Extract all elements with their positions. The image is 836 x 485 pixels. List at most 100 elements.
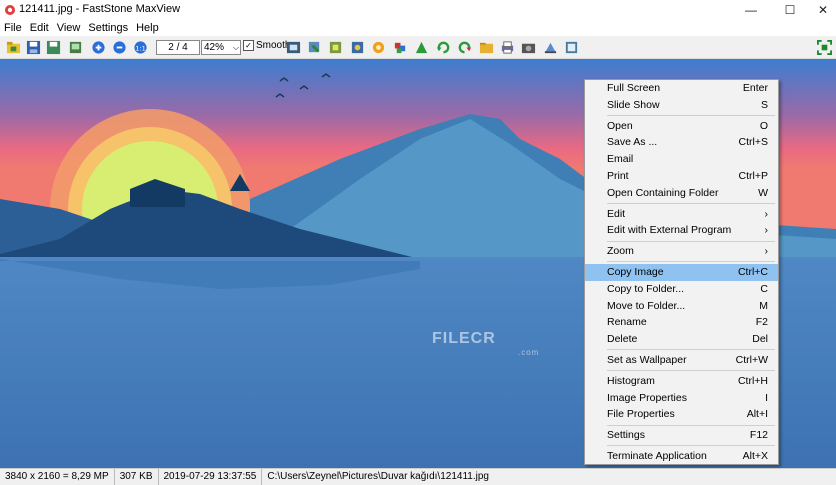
toolbar: 1:1 2 / 4 42% ⌵ ✓ Smooth — [0, 36, 836, 59]
menu-file[interactable]: File — [0, 20, 26, 36]
menu-item-settings[interactable]: Settings F12 — [585, 427, 778, 444]
menu-item-label: Copy to Folder... — [607, 282, 685, 295]
page-indicator[interactable]: 2 / 4 — [156, 40, 200, 55]
menu-item-label: Zoom — [607, 245, 634, 258]
menu-item-shortcut: Enter — [742, 82, 768, 94]
menu-item-label: Histogram — [607, 374, 655, 387]
previous-button[interactable] — [434, 38, 452, 56]
actual-size-icon: 1:1 — [133, 40, 147, 54]
menu-item-save-as[interactable]: Save As ... Ctrl+S — [585, 134, 778, 151]
menu-item-label: Print — [607, 169, 629, 182]
close-button[interactable]: ✕ — [806, 0, 836, 20]
context-menu: Full Screen Enter Slide Show S Open O Save … — [584, 79, 779, 465]
menu-item-rename[interactable]: Rename F2 — [585, 314, 778, 331]
rotate-button[interactable] — [66, 38, 84, 56]
menu-item-label: Save As ... — [607, 136, 658, 149]
menu-item-image-properties[interactable]: Image Properties I — [585, 390, 778, 407]
menu-item-shortcut: C — [760, 282, 768, 295]
zoom-out-button[interactable] — [110, 38, 128, 56]
menu-item-shortcut: I — [765, 391, 768, 404]
menu-item-shortcut: Del — [752, 333, 768, 346]
menu-view[interactable]: View — [53, 20, 85, 36]
paint-button[interactable] — [369, 38, 387, 56]
menu-settings[interactable]: Settings — [84, 20, 132, 36]
image-properties-button[interactable] — [519, 38, 537, 56]
menu-item-terminate-application[interactable]: Terminate Application Alt+X — [585, 448, 778, 465]
effects-button[interactable] — [348, 38, 366, 56]
submenu-arrow-icon: › — [764, 245, 769, 258]
watermark: FILECR .com — [432, 330, 538, 357]
status-path: C:\Users\Zeynel\Pictures\Duvar kağıdı\12… — [267, 471, 489, 482]
menu-item-label: Full Screen — [607, 82, 661, 94]
slideshow-button[interactable] — [562, 38, 580, 56]
menu-item-edit[interactable]: Edit › — [585, 206, 778, 223]
save-as-button[interactable] — [44, 38, 62, 56]
actual-size-button[interactable]: 1:1 — [131, 38, 149, 56]
menu-separator — [607, 370, 775, 372]
effects-icon — [351, 41, 363, 53]
folder-button[interactable] — [477, 38, 495, 56]
menu-item-shortcut: Ctrl+C — [737, 265, 768, 278]
histogram-icon — [415, 41, 427, 53]
save-as-icon — [46, 40, 60, 54]
zoom-out-icon — [112, 40, 126, 54]
minimize-button[interactable]: — — [734, 0, 768, 20]
resize-button[interactable] — [284, 38, 302, 56]
menu-item-set-as-wallpaper[interactable]: Set as Wallpaper Ctrl+W — [585, 352, 778, 369]
paint-icon — [372, 41, 384, 53]
menu-item-print[interactable]: Print Ctrl+P — [585, 168, 778, 185]
menu-item-full-screen[interactable]: Full Screen Enter — [585, 80, 778, 97]
menu-item-delete[interactable]: Delete Del — [585, 331, 778, 348]
save-button[interactable] — [24, 38, 42, 56]
maximize-button[interactable]: ☐ — [773, 0, 807, 20]
menu-item-copy-to-folder[interactable]: Copy to Folder... C — [585, 281, 778, 298]
zoom-in-button[interactable] — [89, 38, 107, 56]
menu-item-label: Set as Wallpaper — [607, 353, 687, 366]
color-button[interactable] — [391, 38, 409, 56]
menu-item-copy-image[interactable]: Copy Image Ctrl+C — [585, 263, 778, 281]
menu-separator — [607, 424, 775, 426]
print-button[interactable] — [498, 38, 516, 56]
menu-item-shortcut: M — [759, 299, 768, 312]
next-icon — [458, 41, 471, 53]
menu-item-shortcut: O — [759, 119, 768, 132]
menu-item-file-properties[interactable]: File Properties Alt+I — [585, 406, 778, 423]
histogram-button[interactable] — [412, 38, 430, 56]
menu-item-email[interactable]: Email — [585, 151, 778, 168]
copy-to-button[interactable] — [305, 38, 323, 56]
wallpaper-icon — [544, 42, 556, 53]
app-icon — [5, 5, 15, 15]
menu-item-shortcut: Alt+I — [746, 408, 768, 421]
status-bar: 3840 x 2160 = 8,29 MP 307 KB 2019-07-29 … — [0, 468, 836, 485]
menu-item-move-to-folder[interactable]: Move to Folder... M — [585, 298, 778, 315]
menu-item-label: Slide Show — [607, 98, 660, 111]
menu-item-slide-show[interactable]: Slide Show S — [585, 97, 778, 114]
menu-item-open-containing-folder[interactable]: Open Containing Folder W — [585, 185, 778, 202]
menu-item-open[interactable]: Open O — [585, 118, 778, 135]
menu-item-label: Image Properties — [607, 391, 687, 404]
menu-item-label: Open — [607, 119, 633, 132]
zoom-value: 42% — [204, 42, 225, 53]
menu-item-zoom[interactable]: Zoom › — [585, 243, 778, 260]
fullscreen-button[interactable] — [815, 38, 833, 56]
zoom-in-icon — [91, 40, 105, 54]
image-properties-icon — [521, 43, 535, 53]
menu-item-edit-external[interactable]: Edit with External Program › — [585, 222, 778, 239]
previous-icon — [436, 41, 449, 53]
move-to-button[interactable] — [326, 38, 344, 56]
next-button[interactable] — [455, 38, 473, 56]
menu-item-label: Terminate Application — [607, 449, 707, 462]
menu-item-label: Rename — [607, 316, 647, 329]
chevron-down-icon: ⌵ — [232, 43, 239, 52]
zoom-select[interactable]: 42% ⌵ — [201, 40, 241, 55]
menu-separator — [607, 115, 775, 117]
menu-item-shortcut: Ctrl+H — [737, 374, 768, 387]
wallpaper-button[interactable] — [541, 38, 559, 56]
menu-item-shortcut: F2 — [755, 316, 768, 329]
open-button[interactable] — [4, 38, 22, 56]
checkbox-check-icon: ✓ — [243, 40, 254, 51]
menu-item-histogram[interactable]: Histogram Ctrl+H — [585, 373, 778, 390]
menu-edit[interactable]: Edit — [26, 20, 53, 36]
menu-item-label: Edit — [607, 207, 626, 220]
menu-help[interactable]: Help — [132, 20, 163, 36]
